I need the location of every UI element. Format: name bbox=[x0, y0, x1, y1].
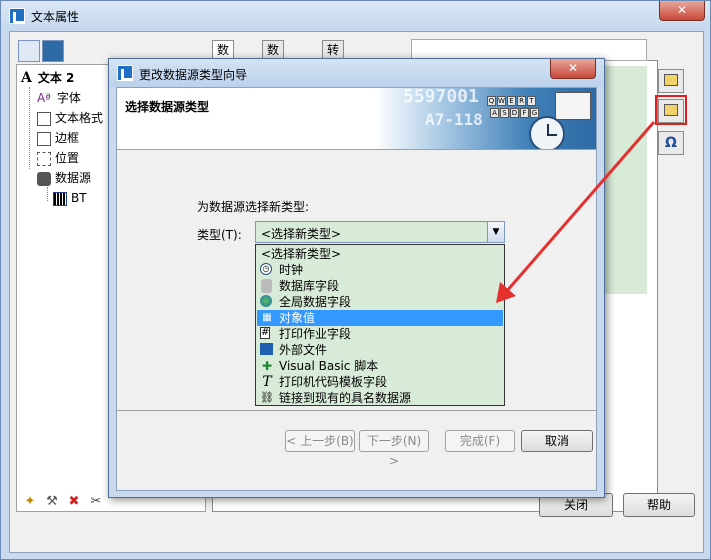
combo-value: <选择新类型> bbox=[261, 227, 342, 241]
next-button[interactable]: 下一步(N) > bbox=[359, 430, 429, 468]
option-link-named-datasource[interactable]: ⛓ 链接到现有的具名数据源 bbox=[257, 390, 503, 406]
print-job-icon: # bbox=[260, 327, 270, 339]
datasource-icon bbox=[37, 171, 51, 186]
change-datasource-wizard: 更改数据源类型向导 ✕ 选择数据源类型 5597001 A7-118 QWERT… bbox=[108, 58, 605, 498]
option-vb-script[interactable]: ✚ Visual Basic 脚本 bbox=[257, 358, 503, 374]
option-object-value[interactable]: ▦ 对象值 bbox=[257, 310, 503, 326]
clock-icon: ◷ bbox=[260, 263, 272, 275]
cancel-button[interactable]: 取消 bbox=[521, 430, 593, 452]
browse-button[interactable] bbox=[658, 69, 684, 93]
finish-button[interactable]: 完成(F) bbox=[445, 430, 515, 452]
tree-item-datasource[interactable]: 数据源 bbox=[37, 169, 91, 187]
option-select-new-type[interactable]: <选择新类型> bbox=[257, 246, 503, 262]
option-external-file[interactable]: 外部文件 bbox=[257, 342, 503, 358]
dialog-close-icon[interactable]: ✕ bbox=[550, 59, 596, 79]
dialog-client: 选择数据源类型 5597001 A7-118 QWERT ASDFG 为数据源选… bbox=[116, 87, 597, 491]
tree-item-label: 数据源 bbox=[55, 171, 92, 185]
script-icon: ✚ bbox=[261, 359, 273, 373]
new-icon[interactable]: ✦ bbox=[22, 494, 38, 510]
tree-item-label: 边框 bbox=[55, 131, 80, 145]
close-icon[interactable]: ✕ bbox=[659, 1, 705, 21]
symbol-button[interactable]: Ω bbox=[658, 131, 684, 155]
option-label: 时钟 bbox=[279, 263, 304, 277]
text-format-icon bbox=[37, 111, 51, 126]
prompt-label: 为数据源选择新类型: bbox=[197, 200, 310, 214]
window-title-bar: 文本属性 ✕ bbox=[1, 1, 710, 31]
option-clock[interactable]: ◷ 时钟 bbox=[257, 262, 503, 278]
button-separator bbox=[117, 410, 596, 411]
dialog-title-bar: 更改数据源类型向导 ✕ bbox=[109, 59, 604, 87]
tree-root-label: 文本 2 bbox=[37, 71, 75, 85]
tree-item-label: BT bbox=[71, 191, 87, 205]
tab-datatype[interactable]: 数据类型 bbox=[262, 40, 285, 111]
option-label: 打印机代码模板字段 bbox=[279, 375, 388, 389]
window-title: 文本属性 bbox=[31, 10, 80, 24]
link-icon: ⛓ bbox=[260, 391, 274, 404]
option-label: Visual Basic 脚本 bbox=[279, 359, 379, 373]
edit-icon bbox=[664, 74, 678, 86]
option-database-field[interactable]: 数据库字段 bbox=[257, 278, 503, 294]
cut-icon[interactable]: ✂ bbox=[88, 494, 104, 510]
option-label: 打印作业字段 bbox=[279, 327, 352, 341]
highlight-box bbox=[655, 95, 687, 125]
tab-transform[interactable]: 转换 bbox=[322, 40, 345, 75]
option-label: 全局数据字段 bbox=[279, 295, 352, 309]
globe-icon bbox=[260, 295, 272, 307]
position-icon bbox=[37, 151, 51, 166]
tree-root[interactable]: A 文本 2 bbox=[21, 69, 74, 87]
chevron-down-icon[interactable]: ▼ bbox=[487, 222, 504, 242]
tree-item-label: 位置 bbox=[55, 151, 80, 165]
template-icon: T bbox=[262, 374, 272, 390]
font-icon: Aª bbox=[37, 91, 51, 105]
banner-code: A7-118 bbox=[425, 110, 483, 129]
wizard-icon[interactable]: ⚒ bbox=[44, 494, 60, 510]
tree-item-font[interactable]: Aª 字体 bbox=[37, 89, 81, 107]
border-icon bbox=[37, 131, 51, 146]
tree-item-border[interactable]: 边框 bbox=[37, 129, 79, 147]
option-print-job-field[interactable]: # 打印作业字段 bbox=[257, 326, 503, 342]
option-label: 链接到现有的具名数据源 bbox=[279, 391, 412, 405]
banner-number: 5597001 bbox=[403, 88, 479, 107]
option-label: 对象值 bbox=[279, 311, 316, 325]
option-label: 外部文件 bbox=[279, 343, 328, 357]
option-printer-code-template[interactable]: T 打印机代码模板字段 bbox=[257, 374, 503, 390]
floppy-icon bbox=[260, 343, 273, 355]
card-icon bbox=[555, 92, 591, 120]
tree-item-bt[interactable]: BT bbox=[53, 189, 87, 207]
dialog-title: 更改数据源类型向导 bbox=[139, 68, 248, 82]
tree-view-icon[interactable] bbox=[18, 40, 40, 62]
database-icon bbox=[261, 279, 272, 293]
barcode-icon bbox=[53, 191, 67, 206]
tree-item-label: 文本格式 bbox=[55, 111, 104, 125]
tree-item-label: 字体 bbox=[56, 91, 81, 105]
delete-icon[interactable]: ✖ bbox=[66, 494, 82, 510]
tree-toolbar bbox=[18, 40, 68, 62]
type-dropdown-list: <选择新类型> ◷ 时钟 数据库字段 全局数据字段 ▦ 对象值 # 打印作业字段 外部… bbox=[255, 244, 505, 406]
tree-item-text-format[interactable]: 文本格式 bbox=[37, 109, 103, 127]
tree-item-position[interactable]: 位置 bbox=[37, 149, 79, 167]
type-label: 类型(T): bbox=[197, 228, 242, 242]
help-button[interactable]: 帮助 bbox=[623, 493, 695, 517]
option-label: 数据库字段 bbox=[279, 279, 340, 293]
wizard-step-title: 选择数据源类型 bbox=[125, 100, 210, 114]
type-combobox[interactable]: <选择新类型> ▼ bbox=[255, 221, 505, 243]
app-icon bbox=[117, 65, 133, 81]
app-icon bbox=[9, 8, 25, 24]
text-object-icon: A bbox=[21, 70, 32, 86]
layers-icon[interactable] bbox=[42, 40, 64, 62]
wizard-header: 选择数据源类型 5597001 A7-118 QWERT ASDFG bbox=[117, 88, 596, 150]
object-value-icon: ▦ bbox=[262, 312, 272, 323]
clock-icon bbox=[529, 116, 565, 149]
option-global-field[interactable]: 全局数据字段 bbox=[257, 294, 503, 310]
prev-button[interactable]: < 上一步(B) bbox=[285, 430, 355, 452]
